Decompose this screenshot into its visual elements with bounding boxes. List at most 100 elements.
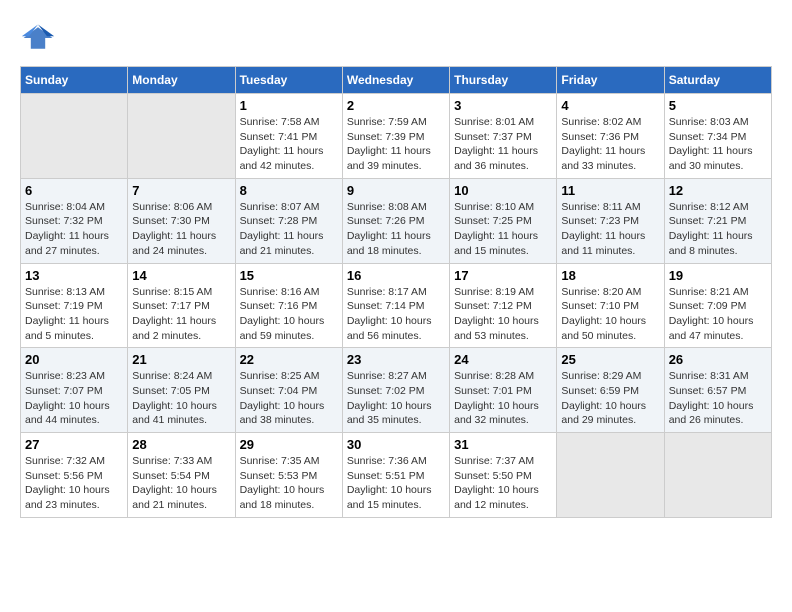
cell-content: Sunrise: 7:35 AM Sunset: 5:53 PM Dayligh… [240, 454, 338, 513]
cell-content: Sunrise: 8:04 AM Sunset: 7:32 PM Dayligh… [25, 200, 123, 259]
day-number: 20 [25, 352, 123, 367]
calendar-cell [21, 94, 128, 179]
logo [20, 20, 60, 56]
cell-content: Sunrise: 7:36 AM Sunset: 5:51 PM Dayligh… [347, 454, 445, 513]
day-number: 15 [240, 268, 338, 283]
calendar-cell: 15 Sunrise: 8:16 AM Sunset: 7:16 PM Dayli… [235, 263, 342, 348]
day-number: 3 [454, 98, 552, 113]
calendar-cell: 10 Sunrise: 8:10 AM Sunset: 7:25 PM Dayli… [450, 178, 557, 263]
calendar-table: SundayMondayTuesdayWednesdayThursdayFrid… [20, 66, 772, 518]
day-number: 22 [240, 352, 338, 367]
calendar-cell: 25 Sunrise: 8:29 AM Sunset: 6:59 PM Dayli… [557, 348, 664, 433]
day-number: 24 [454, 352, 552, 367]
cell-content: Sunrise: 7:32 AM Sunset: 5:56 PM Dayligh… [25, 454, 123, 513]
calendar-week-row: 27 Sunrise: 7:32 AM Sunset: 5:56 PM Dayli… [21, 433, 772, 518]
cell-content: Sunrise: 8:20 AM Sunset: 7:10 PM Dayligh… [561, 285, 659, 344]
day-number: 17 [454, 268, 552, 283]
day-number: 16 [347, 268, 445, 283]
day-number: 27 [25, 437, 123, 452]
calendar-cell: 11 Sunrise: 8:11 AM Sunset: 7:23 PM Dayli… [557, 178, 664, 263]
cell-content: Sunrise: 8:23 AM Sunset: 7:07 PM Dayligh… [25, 369, 123, 428]
calendar-cell: 1Sunrise: 7:58 AM Sunset: 7:41 PM Daylig… [235, 94, 342, 179]
cell-content: Sunrise: 7:59 AM Sunset: 7:39 PM Dayligh… [347, 115, 445, 174]
cell-content: Sunrise: 8:12 AM Sunset: 7:21 PM Dayligh… [669, 200, 767, 259]
day-number: 11 [561, 183, 659, 198]
calendar-cell: 8 Sunrise: 8:07 AM Sunset: 7:28 PM Daylig… [235, 178, 342, 263]
calendar-cell: 7 Sunrise: 8:06 AM Sunset: 7:30 PM Daylig… [128, 178, 235, 263]
calendar-cell: 27 Sunrise: 7:32 AM Sunset: 5:56 PM Dayli… [21, 433, 128, 518]
weekday-header-tuesday: Tuesday [235, 67, 342, 94]
calendar-cell: 12Sunrise: 8:12 AM Sunset: 7:21 PM Dayli… [664, 178, 771, 263]
calendar-cell: 4 Sunrise: 8:02 AM Sunset: 7:36 PM Daylig… [557, 94, 664, 179]
cell-content: Sunrise: 8:08 AM Sunset: 7:26 PM Dayligh… [347, 200, 445, 259]
calendar-cell: 20 Sunrise: 8:23 AM Sunset: 7:07 PM Dayli… [21, 348, 128, 433]
calendar-week-row: 1Sunrise: 7:58 AM Sunset: 7:41 PM Daylig… [21, 94, 772, 179]
cell-content: Sunrise: 8:17 AM Sunset: 7:14 PM Dayligh… [347, 285, 445, 344]
day-number: 21 [132, 352, 230, 367]
calendar-cell: 21 Sunrise: 8:24 AM Sunset: 7:05 PM Dayli… [128, 348, 235, 433]
cell-content: Sunrise: 8:11 AM Sunset: 7:23 PM Dayligh… [561, 200, 659, 259]
cell-content: Sunrise: 7:37 AM Sunset: 5:50 PM Dayligh… [454, 454, 552, 513]
weekday-header-monday: Monday [128, 67, 235, 94]
day-number: 10 [454, 183, 552, 198]
calendar-cell: 30Sunrise: 7:36 AM Sunset: 5:51 PM Dayli… [342, 433, 449, 518]
calendar-body: 1Sunrise: 7:58 AM Sunset: 7:41 PM Daylig… [21, 94, 772, 518]
weekday-header-row: SundayMondayTuesdayWednesdayThursdayFrid… [21, 67, 772, 94]
calendar-week-row: 13 Sunrise: 8:13 AM Sunset: 7:19 PM Dayli… [21, 263, 772, 348]
calendar-cell: 29 Sunrise: 7:35 AM Sunset: 5:53 PM Dayli… [235, 433, 342, 518]
cell-content: Sunrise: 8:13 AM Sunset: 7:19 PM Dayligh… [25, 285, 123, 344]
calendar-header: SundayMondayTuesdayWednesdayThursdayFrid… [21, 67, 772, 94]
calendar-cell: 28 Sunrise: 7:33 AM Sunset: 5:54 PM Dayli… [128, 433, 235, 518]
calendar-cell: 18 Sunrise: 8:20 AM Sunset: 7:10 PM Dayli… [557, 263, 664, 348]
cell-content: Sunrise: 8:28 AM Sunset: 7:01 PM Dayligh… [454, 369, 552, 428]
calendar-week-row: 20 Sunrise: 8:23 AM Sunset: 7:07 PM Dayli… [21, 348, 772, 433]
calendar-cell: 17 Sunrise: 8:19 AM Sunset: 7:12 PM Dayli… [450, 263, 557, 348]
cell-content: Sunrise: 8:15 AM Sunset: 7:17 PM Dayligh… [132, 285, 230, 344]
calendar-cell: 3 Sunrise: 8:01 AM Sunset: 7:37 PM Daylig… [450, 94, 557, 179]
calendar-cell: 26Sunrise: 8:31 AM Sunset: 6:57 PM Dayli… [664, 348, 771, 433]
calendar-cell [557, 433, 664, 518]
weekday-header-friday: Friday [557, 67, 664, 94]
cell-content: Sunrise: 8:19 AM Sunset: 7:12 PM Dayligh… [454, 285, 552, 344]
cell-content: Sunrise: 8:07 AM Sunset: 7:28 PM Dayligh… [240, 200, 338, 259]
weekday-header-sunday: Sunday [21, 67, 128, 94]
cell-content: Sunrise: 7:33 AM Sunset: 5:54 PM Dayligh… [132, 454, 230, 513]
calendar-cell: 24 Sunrise: 8:28 AM Sunset: 7:01 PM Dayli… [450, 348, 557, 433]
cell-content: Sunrise: 8:03 AM Sunset: 7:34 PM Dayligh… [669, 115, 767, 174]
cell-content: Sunrise: 8:01 AM Sunset: 7:37 PM Dayligh… [454, 115, 552, 174]
calendar-cell: 14Sunrise: 8:15 AM Sunset: 7:17 PM Dayli… [128, 263, 235, 348]
day-number: 28 [132, 437, 230, 452]
day-number: 2 [347, 98, 445, 113]
calendar-cell [664, 433, 771, 518]
day-number: 25 [561, 352, 659, 367]
weekday-header-thursday: Thursday [450, 67, 557, 94]
day-number: 9 [347, 183, 445, 198]
calendar-cell: 23 Sunrise: 8:27 AM Sunset: 7:02 PM Dayli… [342, 348, 449, 433]
cell-content: Sunrise: 8:24 AM Sunset: 7:05 PM Dayligh… [132, 369, 230, 428]
day-number: 19 [669, 268, 767, 283]
day-number: 7 [132, 183, 230, 198]
cell-content: Sunrise: 8:10 AM Sunset: 7:25 PM Dayligh… [454, 200, 552, 259]
day-number: 4 [561, 98, 659, 113]
day-number: 8 [240, 183, 338, 198]
cell-content: Sunrise: 8:27 AM Sunset: 7:02 PM Dayligh… [347, 369, 445, 428]
day-number: 1 [240, 98, 338, 113]
cell-content: Sunrise: 8:29 AM Sunset: 6:59 PM Dayligh… [561, 369, 659, 428]
calendar-cell: 31Sunrise: 7:37 AM Sunset: 5:50 PM Dayli… [450, 433, 557, 518]
day-number: 18 [561, 268, 659, 283]
calendar-cell [128, 94, 235, 179]
day-number: 23 [347, 352, 445, 367]
calendar-cell: 6 Sunrise: 8:04 AM Sunset: 7:32 PM Daylig… [21, 178, 128, 263]
calendar-cell: 9 Sunrise: 8:08 AM Sunset: 7:26 PM Daylig… [342, 178, 449, 263]
cell-content: Sunrise: 8:06 AM Sunset: 7:30 PM Dayligh… [132, 200, 230, 259]
cell-content: Sunrise: 8:16 AM Sunset: 7:16 PM Dayligh… [240, 285, 338, 344]
cell-content: Sunrise: 8:02 AM Sunset: 7:36 PM Dayligh… [561, 115, 659, 174]
day-number: 5 [669, 98, 767, 113]
day-number: 29 [240, 437, 338, 452]
weekday-header-saturday: Saturday [664, 67, 771, 94]
day-number: 6 [25, 183, 123, 198]
calendar-cell: 2 Sunrise: 7:59 AM Sunset: 7:39 PM Daylig… [342, 94, 449, 179]
day-number: 13 [25, 268, 123, 283]
page-header [20, 20, 772, 56]
calendar-week-row: 6 Sunrise: 8:04 AM Sunset: 7:32 PM Daylig… [21, 178, 772, 263]
